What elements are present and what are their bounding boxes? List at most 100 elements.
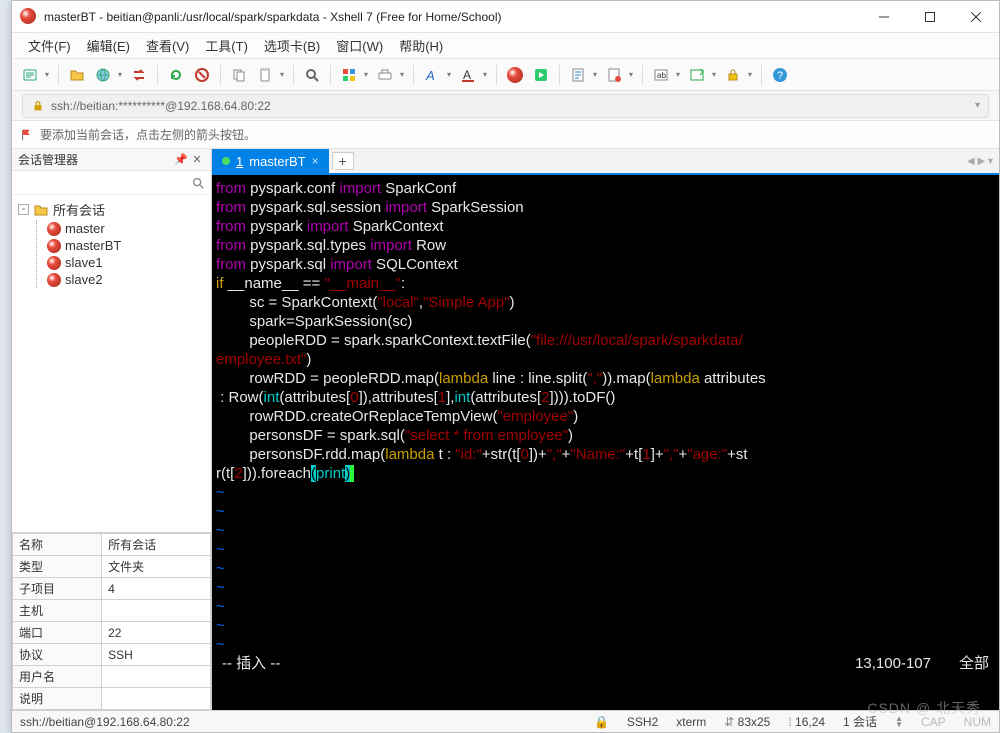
tab-strip: 1 masterBT × + ◀ ▶ ▾: [212, 149, 999, 175]
tab-add-button[interactable]: +: [332, 152, 354, 170]
xftp-button[interactable]: [529, 63, 553, 87]
menu-tabs[interactable]: 选项卡(B): [256, 34, 328, 57]
session-icon: [47, 273, 61, 287]
search-icon: [191, 176, 205, 190]
menu-edit[interactable]: 编辑(E): [79, 34, 138, 57]
tab-active[interactable]: 1 masterBT ×: [212, 149, 329, 173]
panel-close-button[interactable]: ✕: [189, 153, 205, 166]
session-label: masterBT: [65, 238, 121, 253]
lock-icon: 🔒: [594, 715, 609, 729]
status-cap: CAP: [921, 715, 946, 729]
cursor: [350, 465, 354, 482]
session-icon: [47, 256, 61, 270]
session-icon: [47, 222, 61, 236]
tools-button[interactable]: [685, 63, 719, 87]
table-row: 主机: [13, 600, 211, 622]
editor-area: 1 masterBT × + ◀ ▶ ▾ from pyspark.conf i…: [212, 149, 999, 710]
session-item[interactable]: slave1: [45, 254, 207, 271]
disconnect-button[interactable]: [190, 63, 214, 87]
transfer-button[interactable]: [127, 63, 151, 87]
color-button[interactable]: A: [456, 63, 490, 87]
session-stepper[interactable]: ▲▼: [895, 716, 903, 728]
help-button[interactable]: ?: [768, 63, 792, 87]
menu-file[interactable]: 文件(F): [20, 34, 79, 57]
broadcast-button[interactable]: [373, 63, 407, 87]
svg-text:A: A: [463, 68, 471, 82]
menubar: 文件(F) 编辑(E) 查看(V) 工具(T) 选项卡(B) 窗口(W) 帮助(…: [12, 33, 999, 59]
session-properties: 名称所有会话 类型文件夹 子项目4 主机 端口22 协议SSH 用户名 说明: [12, 532, 211, 710]
status-num: NUM: [964, 715, 991, 729]
status-dot-icon: [222, 157, 230, 165]
table-row: 端口22: [13, 622, 211, 644]
tab-close-button[interactable]: ×: [312, 154, 319, 168]
session-manager-panel: 会话管理器 📌 ✕ - 所有会话 master mas: [12, 149, 212, 710]
session-icon: [47, 239, 61, 253]
new-session-button[interactable]: [18, 63, 52, 87]
status-connection: ssh://beitian@192.168.64.80:22: [20, 715, 190, 729]
info-text: 要添加当前会话，点击左侧的箭头按钮。: [40, 126, 256, 143]
open-button[interactable]: [65, 63, 89, 87]
session-manager-header: 会话管理器 📌 ✕: [12, 149, 211, 171]
minimize-button[interactable]: [861, 1, 907, 33]
collapse-icon[interactable]: -: [18, 204, 29, 215]
session-item[interactable]: master: [45, 220, 207, 237]
session-tree[interactable]: - 所有会话 master masterBT slave1 slave2: [12, 195, 211, 532]
menu-help[interactable]: 帮助(H): [391, 34, 451, 57]
table-row: 用户名: [13, 666, 211, 688]
tree-root[interactable]: - 所有会话: [16, 199, 207, 220]
table-row: 类型文件夹: [13, 556, 211, 578]
tree-root-label: 所有会话: [53, 200, 105, 219]
terminal[interactable]: from pyspark.conf import SparkConf from …: [212, 175, 999, 710]
address-field[interactable]: ssh://beitian:**********@192.168.64.80:2…: [22, 94, 989, 118]
session-item[interactable]: slave2: [45, 271, 207, 288]
titlebar: masterBT - beitian@panli:/usr/local/spar…: [12, 1, 999, 33]
toolbar: A A ab ?: [12, 59, 999, 91]
encoding-button[interactable]: ab: [649, 63, 683, 87]
tab-nav[interactable]: ◀ ▶ ▾: [961, 149, 999, 173]
status-term: xterm: [676, 715, 706, 729]
session-label: master: [65, 221, 105, 236]
flag-icon: [20, 128, 34, 142]
session-search[interactable]: [12, 171, 211, 195]
table-row: 说明: [13, 688, 211, 710]
status-ssh: SSH2: [627, 715, 658, 729]
status-sessions: 1 会话: [843, 713, 877, 730]
log-button[interactable]: [602, 63, 636, 87]
lock-icon: [31, 99, 45, 113]
reconnect-button[interactable]: [164, 63, 188, 87]
script-button[interactable]: [566, 63, 600, 87]
vim-mode: -- 插入 --: [222, 654, 280, 673]
pin-button[interactable]: 📌: [173, 153, 189, 166]
address-bar: ssh://beitian:**********@192.168.64.80:2…: [12, 91, 999, 121]
session-label: slave1: [65, 255, 103, 270]
svg-text:A: A: [425, 68, 435, 83]
app-icon: [20, 8, 38, 26]
address-text: ssh://beitian:**********@192.168.64.80:2…: [51, 99, 271, 113]
tab-label: masterBT: [249, 154, 305, 169]
font-button[interactable]: A: [420, 63, 454, 87]
copy-button[interactable]: [227, 63, 251, 87]
svg-text:ab: ab: [657, 71, 666, 80]
menu-window[interactable]: 窗口(W): [328, 34, 391, 57]
table-row: 协议SSH: [13, 644, 211, 666]
tab-index: 1: [236, 154, 243, 169]
statusbar: ssh://beitian@192.168.64.80:22 🔒 SSH2 xt…: [12, 710, 999, 732]
table-row: 名称所有会话: [13, 534, 211, 556]
table-row: 子项目4: [13, 578, 211, 600]
close-button[interactable]: [953, 1, 999, 33]
session-item[interactable]: masterBT: [45, 237, 207, 254]
svg-text:?: ?: [777, 70, 783, 82]
menu-view[interactable]: 查看(V): [138, 34, 197, 57]
connect-button[interactable]: [91, 63, 125, 87]
status-cursor: ⁞ 16,24: [788, 715, 825, 729]
paste-button[interactable]: [253, 63, 287, 87]
menu-tools[interactable]: 工具(T): [197, 34, 256, 57]
tab-corner-icon: [329, 167, 335, 173]
app-window: masterBT - beitian@panli:/usr/local/spar…: [11, 0, 1000, 733]
maximize-button[interactable]: [907, 1, 953, 33]
xagent-button[interactable]: [503, 63, 527, 87]
session-manager-title: 会话管理器: [18, 151, 78, 168]
lock-button[interactable]: [721, 63, 755, 87]
layout-button[interactable]: [337, 63, 371, 87]
find-button[interactable]: [300, 63, 324, 87]
